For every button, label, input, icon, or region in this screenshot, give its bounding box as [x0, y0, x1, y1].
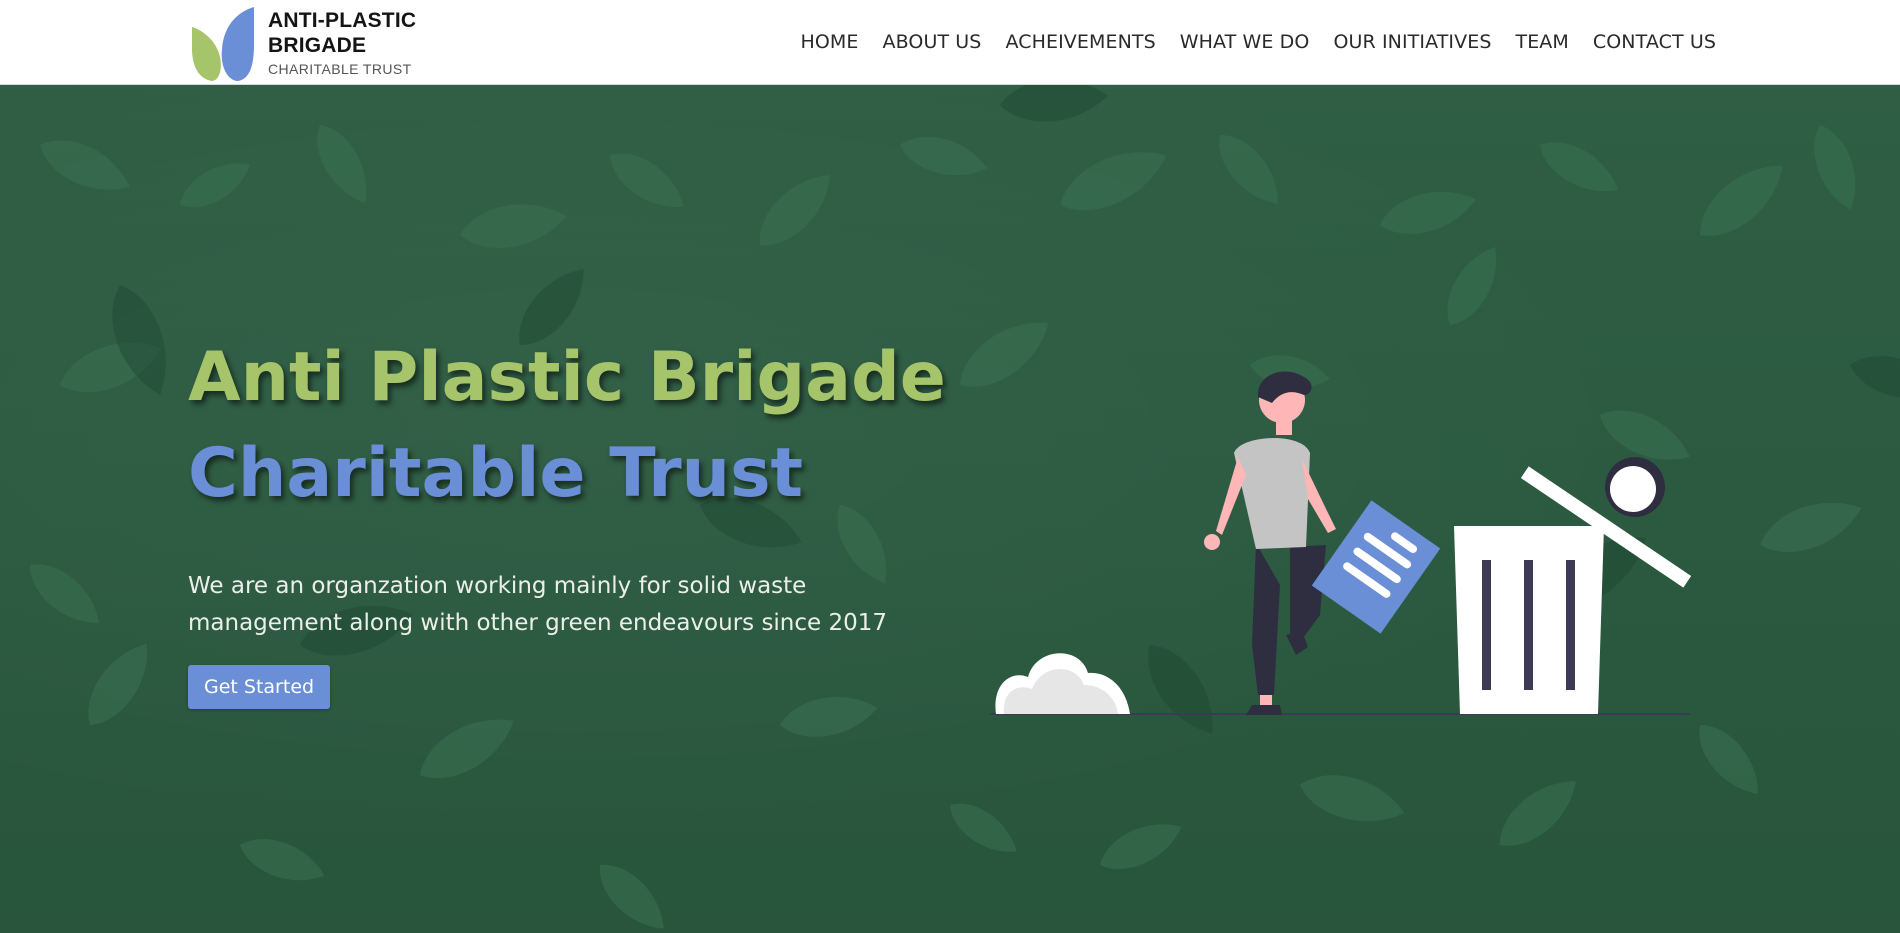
- nav-what-we-do[interactable]: WHAT WE DO: [1180, 31, 1310, 53]
- main-nav: HOME ABOUT US ACHEIVEMENTS WHAT WE DO OU…: [800, 0, 1716, 84]
- get-started-button[interactable]: Get Started: [188, 665, 331, 709]
- hero-content: Anti Plastic Brigade Charitable Trust We…: [188, 330, 948, 709]
- brand-tagline: CHARITABLE TRUST: [268, 61, 412, 77]
- recycling-illustration: [990, 371, 1692, 715]
- hero-title-line-1: Anti Plastic Brigade: [188, 338, 946, 417]
- site-header: ANTI-PLASTIC BRIGADE CHARITABLE TRUST HO…: [0, 0, 1900, 85]
- nav-our-initiatives[interactable]: OUR INITIATIVES: [1333, 31, 1491, 53]
- brand-line-2: BRIGADE: [268, 34, 367, 57]
- brand-line-1: ANTI-PLASTIC: [268, 9, 417, 32]
- hero-description: We are an organzation working mainly for…: [188, 573, 888, 636]
- bush-icon: [995, 653, 1130, 714]
- brand-name: ANTI-PLASTIC BRIGADE CHARITABLE TRUST: [268, 8, 416, 79]
- leaf-logo-icon: [192, 7, 254, 81]
- person-figure: [1204, 371, 1336, 715]
- hero-title: Anti Plastic Brigade Charitable Trust: [188, 330, 948, 522]
- hero-title-line-2: Charitable Trust: [188, 434, 804, 513]
- nav-team[interactable]: TEAM: [1515, 31, 1568, 53]
- nav-about-us[interactable]: ABOUT US: [882, 31, 981, 53]
- trash-bin-icon: [1454, 457, 1692, 714]
- nav-contact-us[interactable]: CONTACT US: [1593, 31, 1716, 53]
- nav-achievements[interactable]: ACHEIVEMENTS: [1005, 31, 1155, 53]
- hero-section: Anti Plastic Brigade Charitable Trust We…: [0, 85, 1900, 933]
- nav-home[interactable]: HOME: [800, 31, 858, 53]
